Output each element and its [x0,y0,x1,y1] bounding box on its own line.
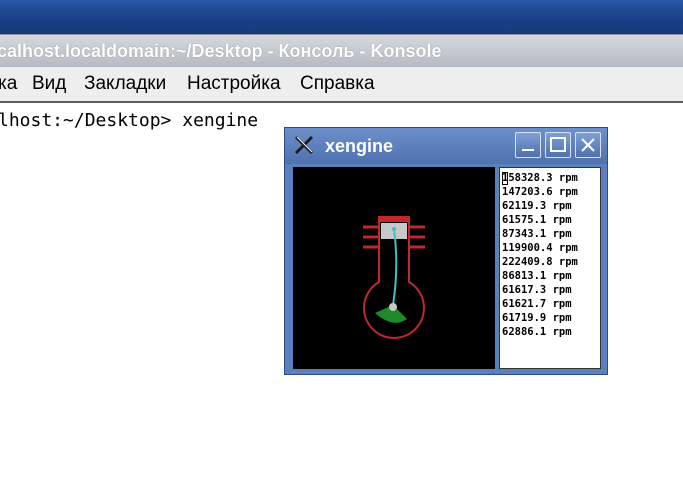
rpm-reading: 62119.3 rpm [502,200,572,212]
rpm-readout-panel: 158328.3 rpm 147203.6 rpm 62119.3 rpm 61… [499,167,601,369]
rpm-reading: 119900.4 rpm [502,242,578,254]
rpm-reading: 61617.3 rpm [502,284,572,296]
rpm-reading: 222409.8 rpm [502,256,578,268]
konsole-title: calhost.localdomain:~/Desktop - Консоль … [0,41,442,61]
rpm-reading: 61719.9 rpm [502,312,572,324]
xengine-titlebar[interactable]: xengine [285,128,607,164]
rpm-reading: 61621.7 rpm [502,298,572,310]
menu-item-bookmarks[interactable]: Закладки [84,73,166,95]
xengine-title: xengine [325,136,394,156]
menu-item-partial[interactable]: ка [0,73,17,95]
minimize-icon [522,149,534,151]
menu-item-view[interactable]: Вид [32,73,66,95]
close-button[interactable] [575,132,601,158]
minimize-button[interactable] [515,132,541,158]
konsole-titlebar[interactable]: calhost.localdomain:~/Desktop - Консоль … [0,34,683,67]
close-icon [581,138,595,152]
maximize-icon [550,137,566,152]
rpm-reading: 158328.3 rpm [502,172,578,184]
maximize-button[interactable] [545,132,571,158]
xengine-body: 158328.3 rpm 147203.6 rpm 62119.3 rpm 61… [289,164,603,370]
rpm-list: 158328.3 rpm 147203.6 rpm 62119.3 rpm 61… [500,171,578,339]
connecting-rod [392,228,398,306]
rpm-reading: 86813.1 rpm [502,270,572,282]
konsole-menubar: ка Вид Закладки Настройка Справка [0,67,683,103]
cylinder-head [379,217,409,222]
taskbar-top [0,0,683,34]
rpm-reading: 62886.1 rpm [502,326,572,338]
rpm-reading: 147203.6 rpm [502,186,578,198]
rpm-reading: 87343.1 rpm [502,228,572,240]
crank-pin [389,303,397,311]
xengine-window[interactable]: xengine 158328.3 rpm 147203.6 rpm 62119.… [284,127,608,375]
rpm-reading: 61575.1 rpm [502,214,572,226]
menu-item-help[interactable]: Справка [300,73,375,95]
x-logo-icon [294,135,314,155]
engine-animation [293,167,495,369]
terminal-command-line: lhost:~/Desktop> xengine [0,110,259,131]
text-cursor-icon [502,172,508,185]
menu-item-settings[interactable]: Настройка [187,73,281,95]
